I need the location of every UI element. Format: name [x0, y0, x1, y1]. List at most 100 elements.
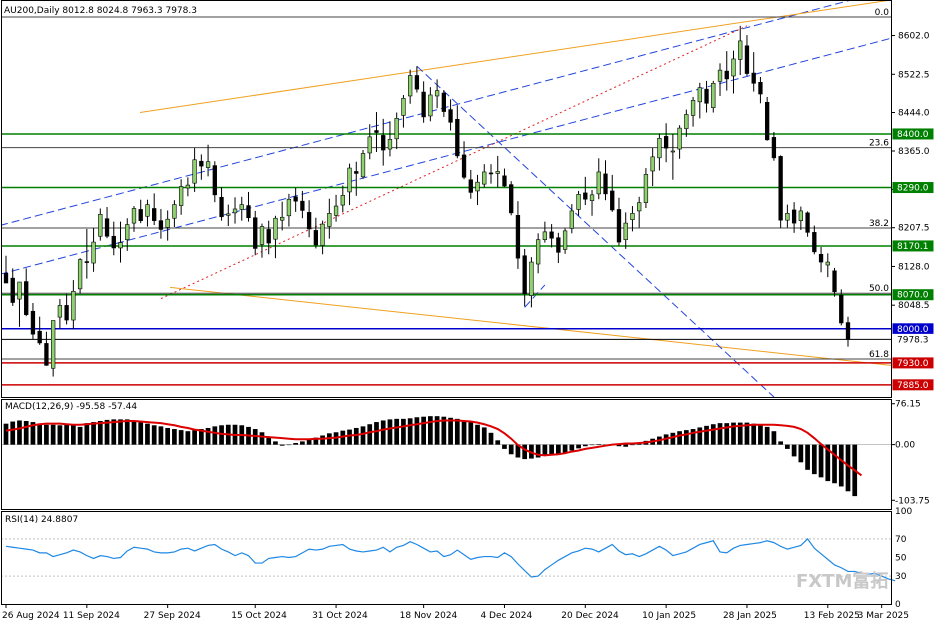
candle-body — [152, 208, 157, 221]
macd-histogram-bar — [576, 444, 581, 449]
candle-body — [744, 45, 750, 74]
short-trendline — [524, 284, 546, 308]
macd-histogram-bar — [64, 423, 69, 445]
price-axis-label: 8602.0 — [898, 32, 930, 42]
macd-histogram-bar — [838, 444, 844, 487]
candle-body — [387, 139, 393, 150]
candle — [394, 112, 399, 150]
candle — [266, 220, 271, 255]
price-axis-label: 8207.5 — [898, 224, 930, 234]
candle — [246, 191, 251, 222]
macd-histogram-bar — [508, 444, 514, 455]
macd-histogram-bar — [785, 444, 790, 449]
macd-panel[interactable]: 76.15 0.00 -103.75 — [1, 400, 930, 507]
candle-body — [172, 204, 177, 219]
candle-body — [502, 175, 507, 187]
candle — [273, 215, 278, 259]
candle-body — [650, 156, 655, 172]
candle-body — [421, 91, 426, 118]
candle-body — [125, 224, 130, 240]
macd-histogram-bar — [97, 421, 103, 445]
macd-histogram-bar — [387, 419, 393, 445]
macd-histogram-bar — [347, 429, 352, 445]
macd-histogram-bar — [71, 424, 76, 445]
candle — [320, 220, 325, 255]
candle-body — [178, 186, 184, 206]
macd-histogram-bar — [454, 418, 460, 445]
candle — [677, 125, 682, 159]
macd-histogram-bar — [353, 427, 359, 445]
macd-histogram-bar — [300, 441, 305, 445]
candle — [253, 210, 258, 256]
fib-level-label: 23.6 — [869, 139, 889, 149]
candle — [199, 154, 204, 180]
chart-window: 0.0 23.6 38.2 50.0 61.8 8602.0 8522.5 8444.0 836… — [0, 0, 936, 624]
macd-histogram-bar — [118, 419, 123, 445]
time-axis-label: 3 Mar 2025 — [858, 611, 909, 621]
fib-level-label: 50.0 — [869, 284, 889, 294]
candle — [825, 253, 830, 278]
level-tag-label: 8000.0 — [897, 325, 929, 335]
candle — [421, 81, 426, 123]
time-axis-label: 4 Dec 2024 — [480, 611, 532, 621]
candle-body — [50, 320, 56, 369]
candle — [104, 207, 110, 239]
candle-body — [394, 118, 399, 140]
candle-body — [441, 92, 446, 112]
macd-histogram-bar — [488, 432, 494, 445]
price-plot-area — [2, 1, 891, 397]
candle — [408, 69, 413, 104]
candle — [367, 124, 372, 160]
candle-body — [576, 194, 581, 210]
macd-histogram-bar — [124, 419, 130, 445]
candle-body — [542, 231, 548, 240]
candle-body — [569, 210, 574, 229]
candle — [771, 132, 777, 161]
candle — [684, 109, 689, 137]
candle — [697, 82, 702, 119]
candle-body — [374, 130, 379, 133]
candle — [663, 123, 669, 163]
macd-axis-label: -103.75 — [895, 496, 930, 506]
candle-body — [771, 137, 777, 159]
candle — [84, 228, 89, 279]
macd-histogram-bar — [589, 444, 595, 446]
candle — [286, 193, 292, 227]
candle — [165, 210, 170, 241]
macd-histogram-bar — [401, 418, 406, 445]
candle-body — [697, 87, 702, 103]
candle-body — [71, 290, 76, 321]
candle — [37, 316, 42, 345]
macd-histogram-bar — [185, 431, 191, 445]
rsi-axis-label: 50 — [895, 554, 907, 564]
level-tag-label: 8290.0 — [897, 184, 929, 194]
candle — [576, 190, 581, 216]
candle — [603, 160, 608, 201]
candle — [778, 155, 783, 228]
candle — [744, 35, 750, 76]
macd-histogram-bar — [367, 424, 373, 445]
macd-histogram-bar — [717, 423, 723, 445]
macd-histogram-bar — [683, 430, 689, 445]
macd-histogram-bar — [192, 430, 197, 445]
macd-histogram-bar — [158, 426, 164, 445]
candle-body — [131, 208, 137, 224]
macd-histogram-bar — [677, 431, 682, 445]
candle — [616, 197, 622, 246]
candle — [185, 177, 191, 197]
candle-body — [704, 88, 709, 104]
macd-histogram-bar — [57, 425, 63, 445]
candle-body — [158, 220, 164, 230]
candle-body — [165, 218, 170, 228]
candle — [488, 164, 494, 184]
time-axis-label: 31 Oct 2024 — [312, 611, 368, 621]
candle — [495, 155, 500, 188]
macd-histogram-bar — [138, 422, 144, 445]
rsi-panel[interactable]: 100 70 50 30 0 — [1, 507, 912, 610]
candle-body — [556, 237, 561, 253]
price-panel[interactable]: 0.0 23.6 38.2 50.0 61.8 8602.0 8522.5 8444.0 836… — [0, 0, 934, 397]
candle — [758, 76, 763, 104]
candle — [77, 258, 83, 294]
macd-histogram-bar — [23, 421, 29, 445]
candle-body — [340, 195, 345, 206]
